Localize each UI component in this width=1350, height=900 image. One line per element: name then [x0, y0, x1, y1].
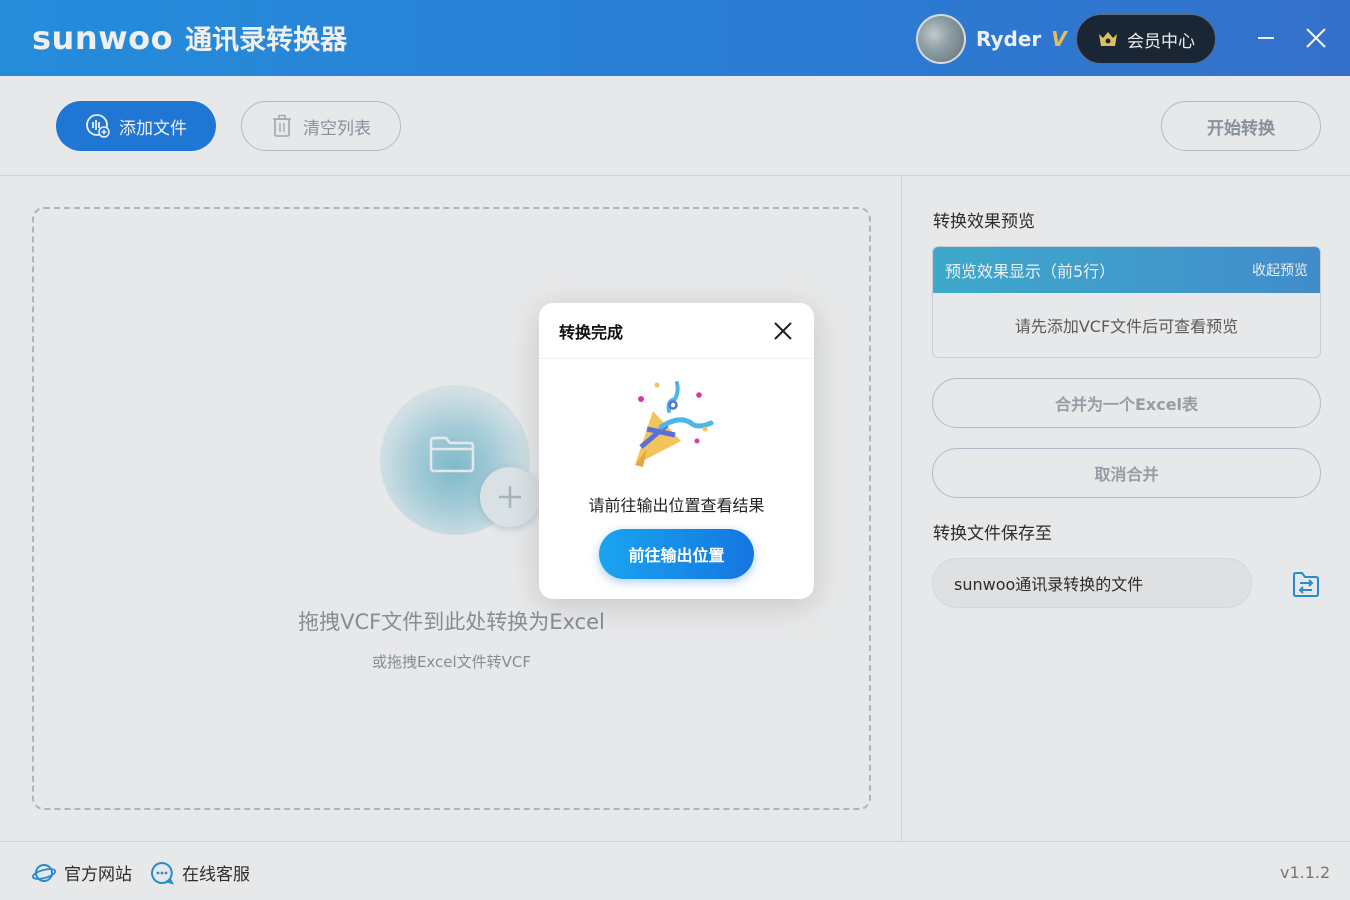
dialog-title: 转换完成	[559, 322, 624, 342]
go-to-output-button[interactable]: 前往输出位置	[599, 529, 754, 579]
dialog-close-icon[interactable]	[772, 320, 794, 342]
go-to-output-label: 前往输出位置	[628, 546, 725, 565]
party-popper-icon	[635, 381, 714, 467]
conversion-complete-dialog: 转换完成 请前往输出位置查看结果 前往输出位置	[539, 303, 814, 599]
dialog-message: 请前往输出位置查看结果	[588, 496, 765, 515]
dialog-header: 转换完成	[539, 303, 814, 359]
